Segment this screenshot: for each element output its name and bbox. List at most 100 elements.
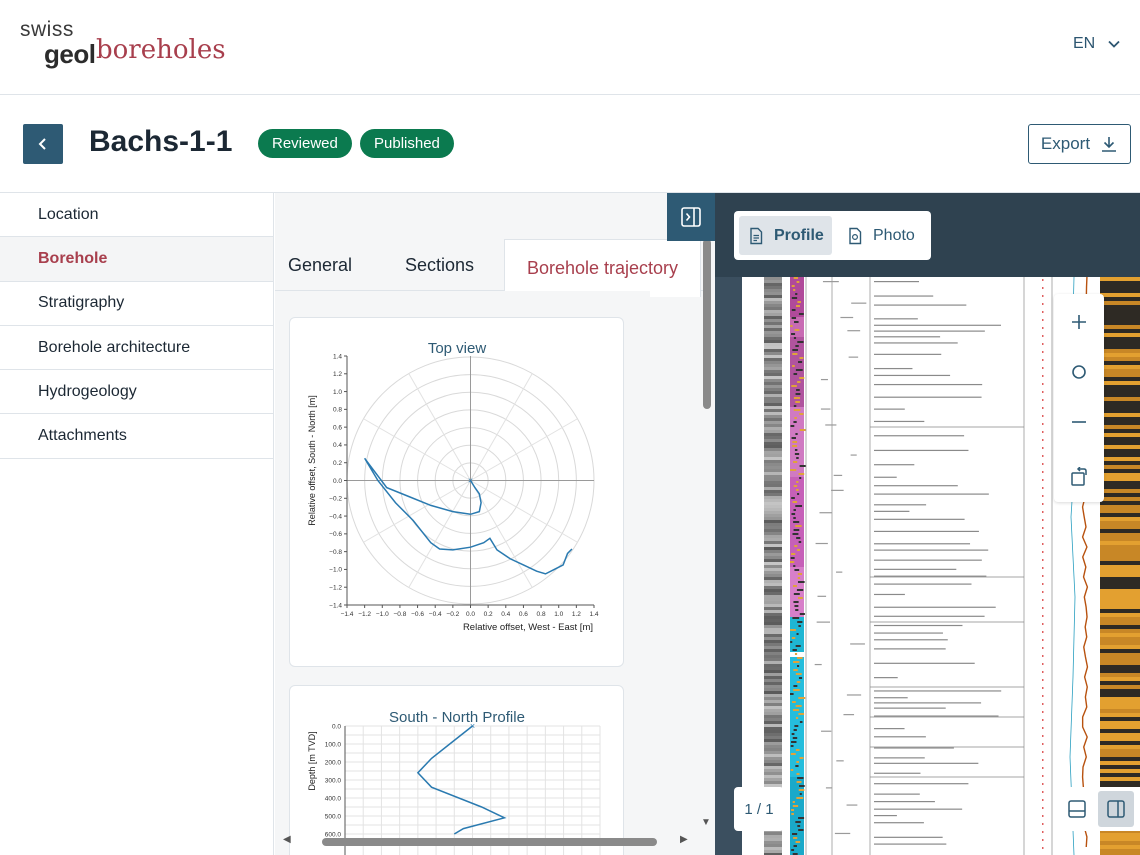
lithology-texture (764, 430, 782, 433)
log-speckle (794, 569, 800, 571)
vertical-scrollbar[interactable]: ▼ (700, 239, 712, 829)
lithology-texture (764, 493, 782, 496)
core-photo-strip (1100, 649, 1140, 653)
core-photo-strip (1100, 573, 1140, 577)
lithology-texture (764, 685, 782, 688)
depth-text (850, 454, 857, 456)
sidebar-item-location[interactable]: Location (0, 193, 273, 238)
log-speckle (791, 637, 796, 639)
reset-zoom-button[interactable] (1054, 347, 1104, 397)
lithology-texture (764, 376, 782, 379)
lithology-texture (764, 580, 782, 583)
language-selector[interactable]: EN (1073, 35, 1121, 53)
log-speckle (791, 733, 795, 735)
swissgeol-logo[interactable]: swiss geol boreholes (20, 18, 230, 69)
scroll-left-arrow-icon[interactable]: ◀ (283, 834, 291, 845)
scrollbar-thumb[interactable] (703, 239, 711, 409)
core-photo-strip (1100, 737, 1140, 741)
tab-borehole-trajectory[interactable]: Borehole trajectory (504, 239, 701, 297)
core-photo-strip (1100, 781, 1140, 785)
status-badge-published: Published (360, 129, 454, 158)
log-speckle (797, 301, 801, 303)
log-speckle (796, 633, 799, 635)
core-photo-strip (1100, 689, 1140, 693)
lithology-texture (764, 538, 782, 541)
core-photo-strip (1100, 493, 1140, 497)
sidebar-item-attachments[interactable]: Attachments (0, 414, 273, 459)
scroll-down-arrow-icon[interactable]: ▼ (701, 817, 711, 828)
description-text-line (874, 543, 971, 545)
red-dot-line (1042, 807, 1044, 809)
depth-text (847, 330, 861, 332)
log-speckle (799, 613, 805, 615)
red-dot-line (1042, 847, 1044, 849)
description-text-line (874, 530, 979, 533)
rotate-button[interactable] (1054, 452, 1104, 502)
x-tick-label: 0.0 (466, 611, 475, 618)
photo-mode-button[interactable]: Photo (838, 216, 926, 255)
lithology-texture (764, 553, 782, 556)
core-photo-strip (1100, 753, 1140, 757)
horizontal-scrollbar[interactable]: ◀ ▶ (280, 834, 690, 848)
description-text-line (874, 318, 918, 320)
profile-mode-button[interactable]: Profile (739, 216, 832, 255)
log-speckle (799, 465, 806, 467)
core-photo-strip (1100, 761, 1140, 765)
lithology-texture (764, 277, 782, 280)
sidebar-item-borehole[interactable]: Borehole (0, 237, 273, 282)
vertical-split-button[interactable] (1098, 791, 1134, 827)
lithology-texture (764, 775, 782, 778)
log-speckle (791, 297, 798, 299)
lithology-texture (764, 409, 782, 412)
log-speckle (795, 717, 799, 719)
core-photo-strip (1100, 277, 1140, 281)
scroll-right-arrow-icon[interactable]: ▶ (680, 834, 688, 845)
lithology-texture (764, 730, 782, 733)
red-dot-line (1042, 543, 1044, 545)
lithology-texture (764, 616, 782, 619)
lithology-texture (764, 652, 782, 655)
core-photo-strip (1100, 721, 1140, 725)
core-photo-strip (1100, 497, 1140, 501)
core-photo-strip (1100, 833, 1140, 837)
log-speckle (797, 581, 805, 583)
lithology-texture (764, 364, 782, 367)
core-photo-strip (1100, 545, 1140, 549)
lithology-texture (764, 439, 782, 442)
hscrollbar-thumb[interactable] (322, 838, 657, 846)
log-speckle (796, 457, 799, 459)
sidebar-item-borehole-architecture[interactable]: Borehole architecture (0, 326, 273, 371)
core-photo-strip (1100, 593, 1140, 597)
description-text-line (874, 367, 913, 370)
depth-text (833, 474, 843, 477)
core-photo-strip (1100, 401, 1140, 405)
core-photo-strip (1100, 385, 1140, 389)
export-button[interactable]: Export (1028, 124, 1131, 164)
core-photo-strip (1100, 637, 1140, 641)
south-north-profile-chart-card: 0.0 100.0 200.0 300.0 400.0 500.0 600.0 South -… (289, 685, 624, 855)
zoom-out-button[interactable] (1054, 397, 1104, 447)
log-speckle (795, 821, 801, 823)
lithology-texture (764, 706, 782, 709)
vertical-split-icon (1107, 800, 1125, 818)
tab-sections[interactable]: Sections (405, 239, 474, 291)
x-tick-label: 0.4 (501, 611, 510, 618)
log-speckle (797, 577, 801, 579)
zoom-in-button[interactable] (1054, 297, 1104, 347)
core-photo-strip (1100, 449, 1140, 453)
lithology-texture (764, 505, 782, 508)
lithology-texture (764, 496, 782, 499)
x-axis-label: Relative offset, West - East [m] (463, 622, 593, 633)
red-dot-line (1042, 623, 1044, 625)
sidebar-item-stratigraphy[interactable]: Stratigraphy (0, 282, 273, 326)
image-file-icon (849, 227, 862, 244)
log-speckle (793, 289, 796, 291)
collapse-panel-button[interactable] (667, 193, 715, 241)
description-text-line (874, 408, 905, 410)
back-button[interactable] (23, 124, 63, 164)
tab-general[interactable]: General (288, 239, 352, 291)
sidebar-item-hydrogeology[interactable]: Hydrogeology (0, 370, 273, 415)
core-photo-strip (1100, 341, 1140, 345)
red-dot-line (1042, 727, 1044, 729)
horizontal-split-button[interactable] (1059, 791, 1095, 827)
